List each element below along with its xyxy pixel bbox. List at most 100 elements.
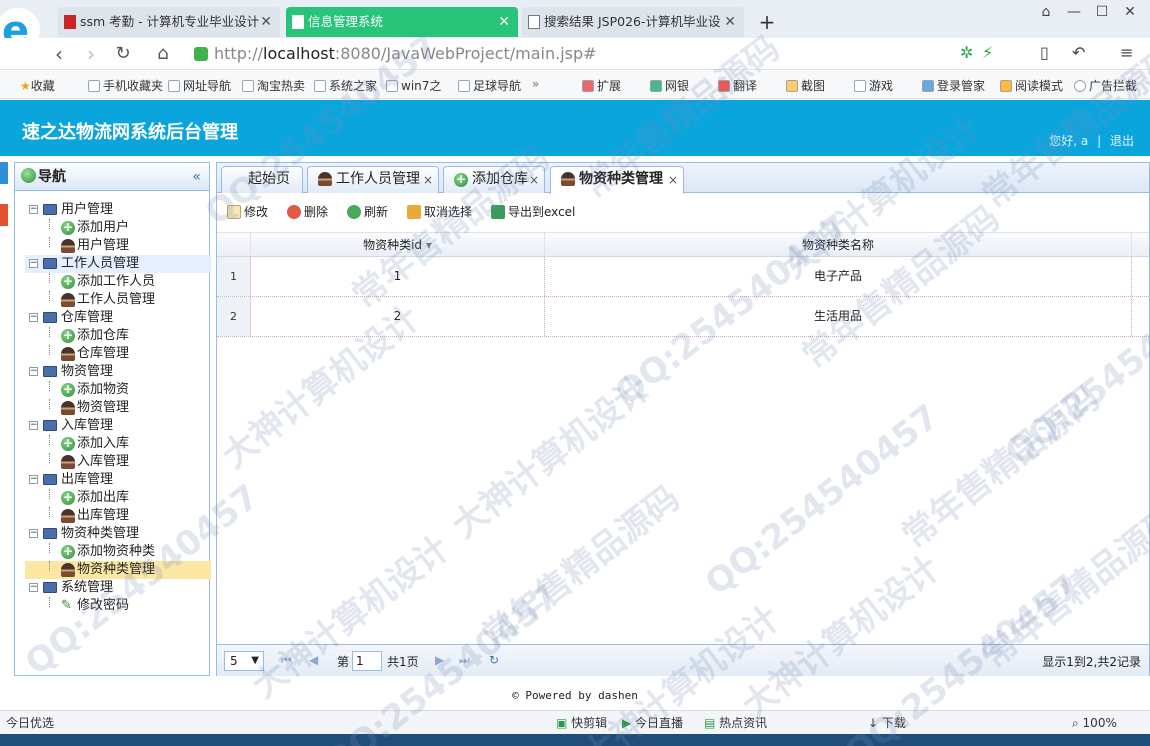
nav-item[interactable]: 用户管理 <box>25 237 211 255</box>
collapse-node-icon[interactable]: − <box>29 583 38 592</box>
browser-tab-1[interactable]: ssm 考勤 - 计算机专业毕业设计 ✕ <box>58 7 280 37</box>
nav-group[interactable]: − 仓库管理 <box>25 309 211 327</box>
bookmark-item[interactable]: 淘宝热卖 <box>242 77 305 94</box>
nav-group[interactable]: − 出库管理 <box>25 471 211 489</box>
tab-home[interactable]: 起始页 <box>221 166 303 193</box>
close-tab-icon[interactable]: ✕ <box>498 7 510 37</box>
nav-item[interactable]: 出库管理 <box>25 507 211 525</box>
nav-item[interactable]: + 添加物资种类 <box>25 543 211 561</box>
page-number-input[interactable]: 1 <box>352 651 382 671</box>
column-header-name[interactable]: 物资种类名称 <box>545 233 1132 257</box>
nav-group[interactable]: − 系统管理 <box>25 579 211 597</box>
home-icon[interactable]: ⌂ <box>150 41 176 67</box>
status-item[interactable]: ▤ 热点资讯 <box>704 711 767 735</box>
more-bookmarks-button[interactable]: » <box>532 77 539 91</box>
close-window-icon[interactable]: ✕ <box>1116 4 1144 20</box>
nav-item[interactable]: 仓库管理 <box>25 345 211 363</box>
status-today-picks[interactable]: 今日优选 <box>6 711 54 735</box>
close-tab-icon[interactable]: ✕ <box>724 7 736 37</box>
tab-label: 信息管理系统 <box>308 14 384 29</box>
cancel-selection-button[interactable]: 取消选择 <box>407 203 472 220</box>
login-manager-button[interactable]: 登录管家 <box>922 77 985 94</box>
adblock-button[interactable]: 广告拦截 <box>1074 77 1137 94</box>
zoom-control[interactable]: ⌕ 100% <box>1072 711 1117 735</box>
first-page-icon[interactable]: ⏮ <box>281 653 292 668</box>
column-header-id[interactable]: 物资种类id ▾ <box>251 233 545 257</box>
logout-link[interactable]: 退出 <box>1110 134 1134 148</box>
collapse-node-icon[interactable]: − <box>29 367 38 376</box>
delete-button[interactable]: 删除 <box>287 203 328 220</box>
collapse-node-icon[interactable]: − <box>29 313 38 322</box>
reader-mode-button[interactable]: 阅读模式 <box>1000 77 1063 94</box>
bank-button[interactable]: 网银 <box>650 77 689 94</box>
browser-tab-3[interactable]: 搜索结果 JSP026-计算机毕业设 ✕ <box>522 7 744 37</box>
refresh-button[interactable]: 刷新 <box>347 203 388 220</box>
nav-item[interactable]: + 添加物资 <box>25 381 211 399</box>
nav-item[interactable]: 物资种类管理 <box>25 561 211 579</box>
translate-button[interactable]: 翻译 <box>718 77 757 94</box>
export-excel-button[interactable]: 导出到excel <box>491 203 575 220</box>
nav-group[interactable]: − 物资种类管理 <box>25 525 211 543</box>
collapse-node-icon[interactable]: − <box>29 259 38 268</box>
close-tab-icon[interactable]: × <box>668 168 678 193</box>
screenshot-button[interactable]: 截图 <box>786 77 825 94</box>
minimize-icon[interactable]: — <box>1060 4 1088 20</box>
tab-staff-management[interactable]: 工作人员管理 × <box>307 166 439 193</box>
bookmark-item[interactable]: 足球导航 <box>458 77 521 94</box>
accelerate-icon[interactable]: ✲ <box>960 43 973 62</box>
close-tab-icon[interactable]: × <box>423 168 433 193</box>
bookmark-item[interactable]: win7之 <box>386 77 441 94</box>
table-row[interactable]: 2 2 生活用品 <box>217 297 1149 337</box>
bookmark-item[interactable]: 系统之家 <box>314 77 377 94</box>
collapse-node-icon[interactable]: − <box>29 421 38 430</box>
reload-icon[interactable]: ↻ <box>489 653 499 667</box>
nav-group[interactable]: − 用户管理 <box>25 201 211 219</box>
back-icon[interactable]: ‹ <box>46 41 72 67</box>
nav-item[interactable]: ✎ 修改密码 <box>25 597 211 615</box>
nav-item[interactable]: + 添加用户 <box>25 219 211 237</box>
edit-button[interactable]: 修改 <box>227 203 268 220</box>
bookmark-item[interactable]: 网址导航 <box>168 77 231 94</box>
collapse-nav-button[interactable]: « <box>192 163 201 191</box>
nav-item[interactable]: + 添加出库 <box>25 489 211 507</box>
status-item[interactable]: ▶ 今日直播 <box>622 711 683 735</box>
nav-group[interactable]: − 入库管理 <box>25 417 211 435</box>
lightning-icon[interactable]: ⚡ <box>982 43 993 62</box>
collapse-node-icon[interactable]: − <box>29 529 38 538</box>
browser-tab-active[interactable]: 信息管理系统 ✕ <box>286 7 518 37</box>
forward-icon[interactable]: › <box>78 41 104 67</box>
phone-icon[interactable]: ▯ <box>1040 43 1049 62</box>
skin-icon[interactable]: ⌂ <box>1032 4 1060 20</box>
status-item[interactable]: ↓ 下载 <box>868 711 906 735</box>
games-button[interactable]: 游戏 <box>854 77 893 94</box>
bookmark-item[interactable]: 手机收藏夹 <box>88 77 163 94</box>
maximize-icon[interactable]: ☐ <box>1088 4 1116 20</box>
tab-material-category-management[interactable]: 物资种类管理 × <box>550 166 684 194</box>
close-tab-icon[interactable]: ✕ <box>260 7 272 37</box>
prev-page-icon[interactable]: ◀ <box>309 653 318 667</box>
nav-item[interactable]: 工作人员管理 <box>25 291 211 309</box>
nav-item[interactable]: 入库管理 <box>25 453 211 471</box>
page-size-select[interactable]: 5 ▼ <box>224 651 264 671</box>
new-tab-button[interactable]: + <box>752 7 782 37</box>
undo-icon[interactable]: ↶ <box>1072 43 1085 62</box>
last-page-icon[interactable]: ⏭ <box>459 653 470 668</box>
bookmark-item[interactable]: ★收藏 <box>20 77 55 94</box>
menu-icon[interactable]: ≡ <box>1120 43 1133 62</box>
nav-item[interactable]: + 添加工作人员 <box>25 273 211 291</box>
tab-add-warehouse[interactable]: + 添加仓库 × <box>443 166 545 193</box>
collapse-node-icon[interactable]: − <box>29 205 38 214</box>
next-page-icon[interactable]: ▶ <box>435 653 444 667</box>
nav-item[interactable]: + 添加入库 <box>25 435 211 453</box>
nav-group[interactable]: − 工作人员管理 <box>25 255 211 273</box>
nav-item[interactable]: + 添加仓库 <box>25 327 211 345</box>
collapse-node-icon[interactable]: − <box>29 475 38 484</box>
status-item[interactable]: ▣ 快剪辑 <box>556 711 607 735</box>
extensions-button[interactable]: 扩展 <box>582 77 621 94</box>
table-row[interactable]: 1 1 电子产品 <box>217 257 1149 297</box>
url-field[interactable]: http://localhost:8080/JavaWebProject/mai… <box>194 41 1014 67</box>
close-tab-icon[interactable]: × <box>529 168 539 193</box>
nav-item[interactable]: 物资管理 <box>25 399 211 417</box>
nav-group[interactable]: − 物资管理 <box>25 363 211 381</box>
refresh-icon[interactable]: ↻ <box>110 41 136 67</box>
